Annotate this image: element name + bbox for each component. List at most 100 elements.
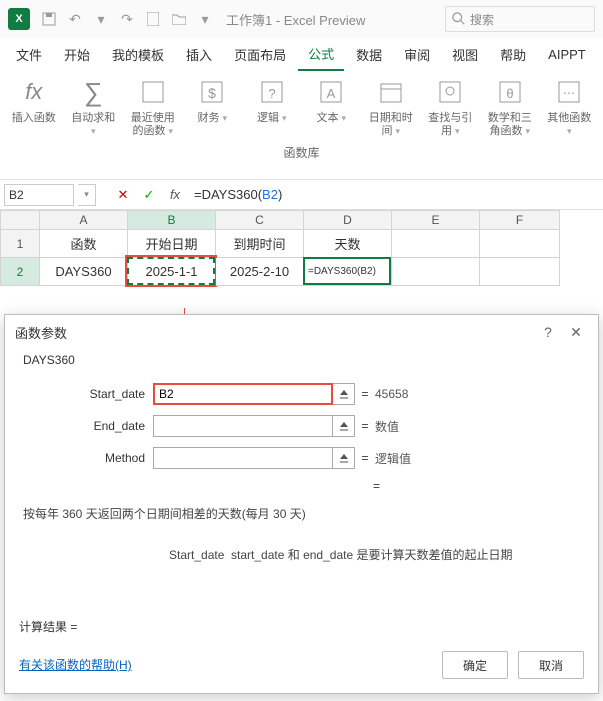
cell-A1[interactable]: 函数 xyxy=(40,230,128,258)
formula-input[interactable]: =DAYS360(B2) xyxy=(190,184,599,206)
lookup-icon xyxy=(432,74,468,110)
dialog-title: 函数参数 xyxy=(15,323,67,342)
col-header-D[interactable]: D xyxy=(304,210,392,230)
active-cell-border xyxy=(303,257,391,285)
function-arguments-dialog: 函数参数 ? ✕ DAYS360 Start_date=45658End_dat… xyxy=(4,314,599,694)
qat-open-button[interactable] xyxy=(166,6,192,32)
formula-cancel-button[interactable]: ✕ xyxy=(112,184,134,206)
col-header-B[interactable]: B xyxy=(128,210,216,230)
dialog-close-button[interactable]: ✕ xyxy=(564,320,588,344)
dialog-help-button[interactable]: ? xyxy=(536,320,560,344)
name-box[interactable]: B2 xyxy=(4,184,74,206)
arg-equals: = xyxy=(355,387,375,401)
col-header-C[interactable]: C xyxy=(216,210,304,230)
name-box-dropdown-icon[interactable]: ▾ xyxy=(78,184,96,206)
tab-文件[interactable]: 文件 xyxy=(6,39,52,70)
collapse-dialog-button[interactable] xyxy=(333,383,355,405)
svg-text:θ: θ xyxy=(506,86,513,101)
marching-ants-border xyxy=(127,257,215,285)
ribbon-lookup-button[interactable]: 查找与引用 ▾ xyxy=(425,74,477,138)
insert-function-button[interactable]: fx xyxy=(164,184,186,206)
dialog-result-eq: = xyxy=(19,479,584,493)
row-header-1[interactable]: 1 xyxy=(0,230,40,258)
arg-input-method[interactable] xyxy=(153,447,333,469)
logic-icon: ? xyxy=(254,74,290,110)
collapse-dialog-button[interactable] xyxy=(333,415,355,437)
qat-dropdown-icon[interactable]: ▾ xyxy=(88,6,114,32)
col-header-E[interactable]: E xyxy=(392,210,480,230)
excel-app-icon: X xyxy=(8,8,30,30)
svg-text:$: $ xyxy=(208,85,216,101)
collapse-icon xyxy=(338,420,350,432)
ribbon-sum-button[interactable]: ∑自动求和 ▾ xyxy=(68,74,120,138)
arg-input-end_date[interactable] xyxy=(153,415,333,437)
cell-D1[interactable]: 天数 xyxy=(304,230,392,258)
cell-E2[interactable] xyxy=(392,258,480,286)
cell-E1[interactable] xyxy=(392,230,480,258)
collapse-icon xyxy=(338,388,350,400)
dialog-calc-result: 计算结果 = xyxy=(19,618,77,635)
row-header-2[interactable]: 2 xyxy=(0,258,40,286)
col-header-F[interactable]: F xyxy=(480,210,560,230)
ribbon-fx-button[interactable]: fx插入函数 xyxy=(8,74,60,125)
tab-帮助[interactable]: 帮助 xyxy=(490,39,536,70)
collapse-dialog-button[interactable] xyxy=(333,447,355,469)
select-all-corner[interactable] xyxy=(0,210,40,230)
arg-result: 45658 xyxy=(375,387,584,401)
qat-redo-button[interactable]: ↷ xyxy=(114,6,140,32)
cell-B1[interactable]: 开始日期 xyxy=(128,230,216,258)
ribbon-formulas: fx插入函数∑自动求和 ▾最近使用的函数 ▾$财务 ▾?逻辑 ▾A文本 ▾日期和… xyxy=(0,70,603,180)
tab-公式[interactable]: 公式 xyxy=(298,38,344,71)
tab-视图[interactable]: 视图 xyxy=(442,39,488,70)
formula-bar: B2 ▾ ✕ ✓ fx =DAYS360(B2) xyxy=(0,180,603,210)
tab-审阅[interactable]: 审阅 xyxy=(394,39,440,70)
arg-input-start_date[interactable] xyxy=(153,383,333,405)
qat-more-icon[interactable]: ▾ xyxy=(192,6,218,32)
formula-enter-button[interactable]: ✓ xyxy=(138,184,160,206)
ribbon-recent-button[interactable]: 最近使用的函数 ▾ xyxy=(127,74,179,138)
ribbon-date-button[interactable]: 日期和时间 ▾ xyxy=(365,74,417,138)
arg-label: Start_date xyxy=(19,387,153,401)
cell-C2[interactable]: 2025-2-10 xyxy=(216,258,304,286)
qat-save-button[interactable] xyxy=(36,6,62,32)
cell-A2[interactable]: DAYS360 xyxy=(40,258,128,286)
cell-F2[interactable] xyxy=(480,258,560,286)
arg-equals: = xyxy=(355,451,375,465)
cell-F1[interactable] xyxy=(480,230,560,258)
cell-C1[interactable]: 到期时间 xyxy=(216,230,304,258)
svg-text:?: ? xyxy=(268,86,275,101)
ribbon-math-button[interactable]: θ数学和三角函数 ▾ xyxy=(484,74,536,138)
search-input[interactable]: 搜索 xyxy=(445,6,595,32)
finance-icon: $ xyxy=(194,74,230,110)
tab-数据[interactable]: 数据 xyxy=(346,39,392,70)
svg-text:⋯: ⋯ xyxy=(563,86,575,100)
arg-result: 逻辑值 xyxy=(375,450,584,467)
col-header-A[interactable]: A xyxy=(40,210,128,230)
arg-label: Method xyxy=(19,451,153,465)
collapse-icon xyxy=(338,452,350,464)
qat-undo-button[interactable]: ↶ xyxy=(62,6,88,32)
dialog-arg-row-end_date: End_date=数值 xyxy=(19,411,584,441)
tab-插入[interactable]: 插入 xyxy=(176,39,222,70)
tab-我的模板[interactable]: 我的模板 xyxy=(102,39,174,70)
ribbon-text-button[interactable]: A文本 ▾ xyxy=(306,74,358,125)
qat-new-button[interactable] xyxy=(140,6,166,32)
cancel-button[interactable]: 取消 xyxy=(518,651,584,679)
dialog-help-link[interactable]: 有关该函数的帮助(H) xyxy=(19,656,132,673)
ribbon-more-button[interactable]: ⋯其他函数 ▾ xyxy=(544,74,596,138)
svg-text:A: A xyxy=(327,86,336,101)
tab-页面布局[interactable]: 页面布局 xyxy=(224,39,296,70)
dialog-description: 按每年 360 天返回两个日期间相差的天数(每月 30 天) xyxy=(19,499,584,530)
fx-icon: fx xyxy=(16,74,52,110)
ribbon-finance-button[interactable]: $财务 ▾ xyxy=(187,74,239,125)
tab-开始[interactable]: 开始 xyxy=(54,39,100,70)
tab-AIPPT[interactable]: AIPPT xyxy=(538,41,596,68)
title-bar: X ↶ ▾ ↷ ▾ 工作簿1 - Excel Preview 搜索 xyxy=(0,0,603,38)
recent-icon xyxy=(135,74,171,110)
search-icon xyxy=(452,12,466,26)
text-icon: A xyxy=(313,74,349,110)
ok-button[interactable]: 确定 xyxy=(442,651,508,679)
ribbon-logic-button[interactable]: ?逻辑 ▾ xyxy=(246,74,298,125)
dialog-function-name: DAYS360 xyxy=(19,353,584,367)
sum-icon: ∑ xyxy=(75,74,111,110)
